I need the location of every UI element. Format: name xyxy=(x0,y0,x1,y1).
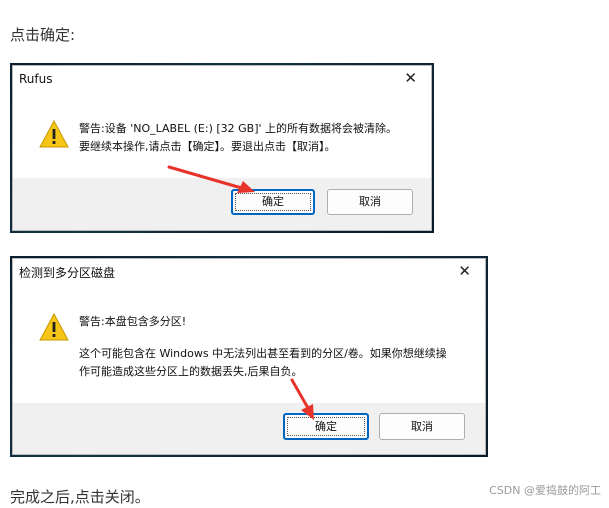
intro-text: 点击确定: xyxy=(10,26,76,44)
watermark: CSDN @爱捣鼓的阿工 xyxy=(489,484,601,497)
warning-line-1: 警告:设备 'NO_LABEL (E:) [32 GB]' 上的所有数据将会被清… xyxy=(79,122,398,135)
multipartition-title: 检测到多分区磁盘 xyxy=(19,265,116,280)
red-arrow-icon xyxy=(167,165,255,193)
warning-line-1: 这个可能包含在 Windows 中无法列出甚至看到的分区/卷。如果你想继续操 xyxy=(79,347,447,360)
rufus-dialog: Rufus ✕ 警告:设备 'NO_LABEL (E:) [32 GB]' 上的… xyxy=(12,65,432,231)
multipartition-dialog: 检测到多分区磁盘 ✕ 警告:本盘包含多分区! 这个可能包含在 Windows 中… xyxy=(12,258,486,455)
warning-line-2: 要继续本操作,请点击【确定】。要退出点击【取消】。 xyxy=(79,140,336,153)
warning-icon xyxy=(39,313,69,341)
warning-heading: 警告:本盘包含多分区! xyxy=(79,315,187,328)
cancel-button[interactable]: 取消 xyxy=(379,413,465,440)
screenshot-rufus: Rufus ✕ 警告:设备 'NO_LABEL (E:) [32 GB]' 上的… xyxy=(10,63,434,233)
warning-line-2: 作可能造成这些分区上的数据丢失,后果自负。 xyxy=(79,365,303,378)
outro-text: 完成之后,点击关闭。 xyxy=(10,488,150,506)
screenshot-multipartition: 检测到多分区磁盘 ✕ 警告:本盘包含多分区! 这个可能包含在 Windows 中… xyxy=(10,256,488,457)
red-arrow-icon xyxy=(290,378,314,420)
close-icon[interactable]: ✕ xyxy=(458,264,471,279)
warning-icon xyxy=(39,120,69,148)
cancel-button[interactable]: 取消 xyxy=(327,189,413,215)
multipartition-body: 警告:本盘包含多分区! 这个可能包含在 Windows 中无法列出甚至看到的分区… xyxy=(13,285,485,405)
rufus-title: Rufus xyxy=(19,72,53,86)
rufus-titlebar: Rufus ✕ xyxy=(13,66,431,92)
multipartition-titlebar: 检测到多分区磁盘 ✕ xyxy=(13,259,485,285)
close-icon[interactable]: ✕ xyxy=(404,71,417,86)
multipartition-footer: 确定 取消 xyxy=(13,403,485,454)
